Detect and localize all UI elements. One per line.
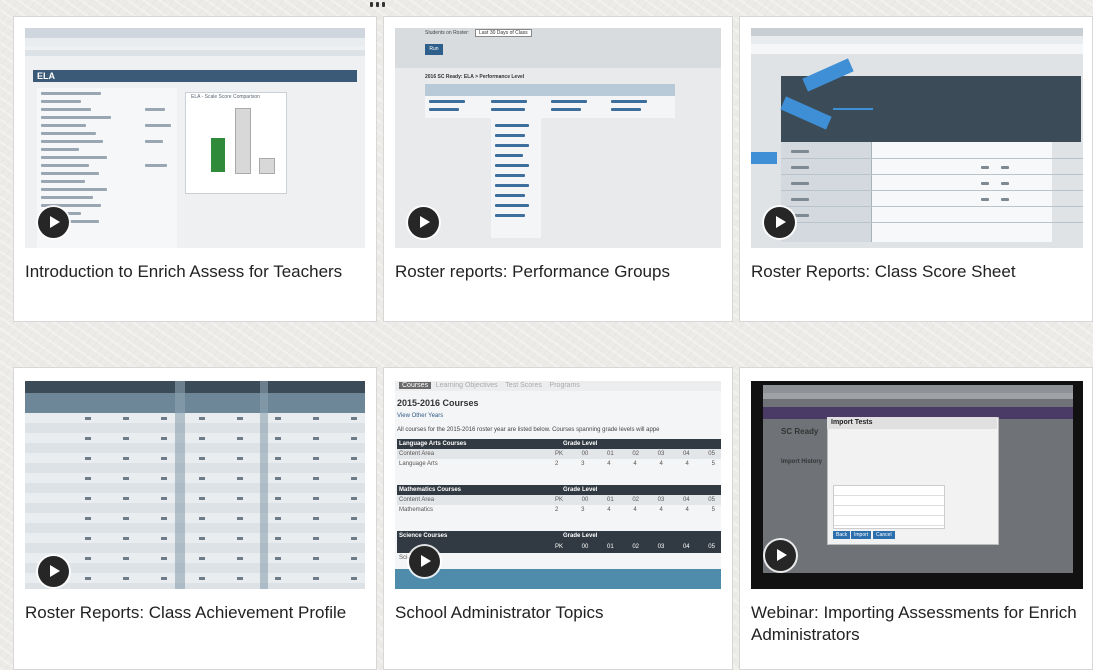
thumb-val: 2	[555, 507, 559, 513]
play-icon[interactable]	[38, 556, 69, 587]
thumb-val: 4	[685, 461, 689, 467]
thumb-table-header: Mathematics Courses	[399, 487, 462, 493]
thumb-note: All courses for the 2015-2016 roster yea…	[397, 427, 660, 433]
video-title[interactable]: Roster reports: Performance Groups	[395, 261, 725, 283]
thumb-chart-title: ELA - Scale Score Comparison	[191, 94, 260, 100]
play-icon[interactable]	[38, 207, 69, 238]
thumb-grade: PK	[555, 544, 564, 550]
thumb-val: 3	[581, 461, 585, 467]
thumb-val: 4	[607, 507, 611, 513]
video-thumbnail[interactable]	[25, 381, 365, 589]
thumb-select: Last 30 Days of Class	[475, 29, 532, 37]
video-title[interactable]: Roster Reports: Class Score Sheet	[751, 261, 1081, 283]
thumb-grade: 01	[606, 451, 614, 457]
video-thumbnail[interactable]	[751, 28, 1083, 248]
thumb-grade: 05	[708, 451, 715, 457]
thumb-val: 4	[607, 461, 611, 467]
video-thumbnail[interactable]: Students on Roster: Last 30 Days of Clas…	[395, 28, 721, 248]
thumb-grade: 03	[657, 497, 665, 503]
video-title[interactable]: School Administrator Topics	[395, 602, 725, 624]
thumb-grade: 00	[581, 497, 589, 503]
thumb-grade: 00	[581, 451, 589, 457]
thumb-grade: 02	[632, 544, 639, 550]
thumb-grade: 04	[682, 451, 690, 457]
play-icon[interactable]	[765, 540, 796, 571]
play-icon[interactable]	[408, 207, 439, 238]
thumb-val: 4	[633, 461, 637, 467]
thumb-grade: 02	[632, 451, 639, 457]
thumb-grade: 01	[606, 544, 614, 550]
video-title[interactable]: Introduction to Enrich Assess for Teache…	[25, 261, 355, 283]
thumb-sub: Import History	[781, 459, 823, 465]
thumb-course: Language Arts	[399, 461, 438, 467]
video-thumbnail[interactable]: ELA ELA - Scale Score Comparison	[25, 28, 365, 248]
thumb-import-btn: Import	[851, 531, 872, 539]
play-icon[interactable]	[764, 207, 795, 238]
thumb-tab: Test Scores	[505, 382, 542, 389]
video-card[interactable]: Roster Reports: Class Achievement Profil…	[13, 367, 377, 670]
thumb-run-button: Run	[425, 44, 443, 55]
thumb-link: View Other Years	[397, 413, 444, 419]
thumb-val: 3	[581, 507, 585, 513]
thumb-area: Content Area	[399, 497, 435, 503]
thumb-cancel-btn: Cancel	[873, 531, 895, 539]
thumb-val: 4	[659, 461, 663, 467]
thumb-grade: 00	[581, 544, 589, 550]
video-card[interactable]: Courses Learning Objectives Test Scores …	[383, 367, 733, 670]
thumb-grade: 01	[606, 497, 614, 503]
thumb-grade: PK	[555, 497, 564, 503]
thumb-val: 5	[711, 507, 715, 513]
thumb-grade: PK	[555, 451, 564, 457]
thumb-val: 2	[555, 461, 559, 467]
video-title[interactable]: Webinar: Importing Assessments for Enric…	[751, 602, 1081, 646]
cut-off-heading	[370, 0, 430, 7]
thumb-val: 4	[659, 507, 663, 513]
thumb-tab: Programs	[549, 382, 580, 389]
thumb-grade: 02	[632, 497, 639, 503]
thumb-heading: 2015-2016 Courses	[397, 398, 479, 408]
thumb-table-header: Science Courses	[399, 533, 448, 539]
thumb-grade: 03	[657, 544, 665, 550]
thumb-val: 4	[685, 507, 689, 513]
thumb-heading: ELA	[37, 71, 55, 81]
video-thumbnail[interactable]: Courses Learning Objectives Test Scores …	[395, 381, 721, 589]
video-card[interactable]: ELA ELA - Scale Score Comparison Introdu…	[13, 16, 377, 322]
play-icon[interactable]	[409, 546, 440, 577]
video-card[interactable]: Roster Reports: Class Score Sheet	[739, 16, 1093, 322]
video-card[interactable]: SC Ready Import History Import Tests Bac…	[739, 367, 1093, 670]
thumb-select-label: Students on Roster:	[425, 30, 470, 36]
thumb-tab: Learning Objectives	[435, 382, 498, 389]
video-card[interactable]: Students on Roster: Last 30 Days of Clas…	[383, 16, 733, 322]
video-thumbnail[interactable]: SC Ready Import History Import Tests Bac…	[751, 381, 1083, 589]
thumb-val: 4	[633, 507, 637, 513]
thumb-grade: 04	[682, 544, 690, 550]
video-title[interactable]: Roster Reports: Class Achievement Profil…	[25, 602, 355, 624]
thumb-area: Content Area	[399, 451, 435, 457]
thumb-grade-header: Grade Level	[563, 441, 598, 447]
thumb-grade: 04	[682, 497, 690, 503]
thumb-tab-courses: Courses	[399, 382, 432, 389]
thumb-val: 5	[711, 461, 715, 467]
thumb-grade: 05	[708, 544, 715, 550]
thumb-back-btn: Back	[833, 531, 851, 539]
thumb-dialog-title: Import Tests	[831, 419, 873, 426]
thumb-grade: 05	[708, 497, 715, 503]
thumb-report-title: 2016 SC Ready: ELA > Performance Level	[425, 74, 525, 80]
thumb-grade-header: Grade Level	[563, 487, 598, 493]
thumb-course: Mathematics	[399, 507, 434, 513]
thumb-grade: 03	[657, 451, 665, 457]
thumb-table-header: Language Arts Courses	[399, 441, 467, 447]
thumb-app-title: SC Ready	[781, 427, 819, 436]
thumb-grade-header: Grade Level	[563, 533, 598, 539]
